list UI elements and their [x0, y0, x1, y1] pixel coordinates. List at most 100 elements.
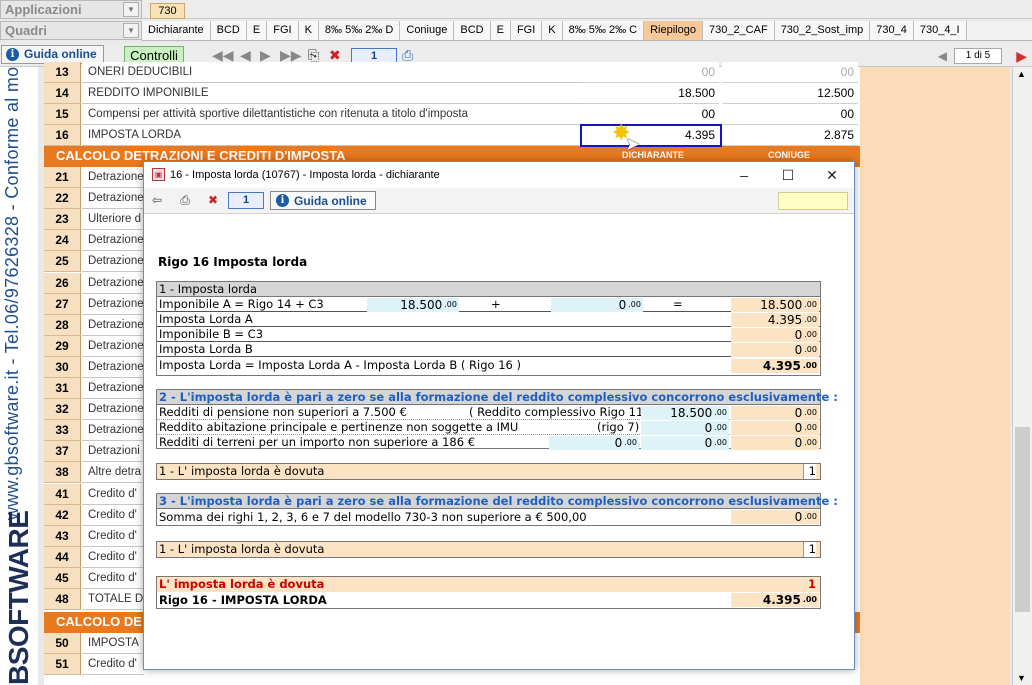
tab-3[interactable]: FGI [267, 21, 299, 40]
row-number: 15 [44, 104, 81, 125]
maximize-icon[interactable]: ☐ [766, 162, 810, 188]
tab-1[interactable]: BCD [210, 21, 247, 40]
prev-form-icon[interactable]: ◀ [938, 49, 947, 63]
row-number: 13 [44, 62, 81, 83]
value-text: 0 [618, 298, 627, 312]
section-2-result-text: 1 - L' imposta lorda è dovuta [159, 464, 325, 478]
dialog-status-field [778, 192, 848, 210]
somma-righi-value: 0.00 [731, 510, 819, 524]
tab-7[interactable]: BCD [454, 21, 491, 40]
equals-sign: = [673, 297, 683, 311]
scroll-up-icon[interactable]: ▲ [1017, 69, 1026, 79]
minimize-icon[interactable]: – [722, 162, 766, 188]
tab-0[interactable]: Dichiarante [142, 21, 211, 40]
imponibile-a-value1[interactable]: 18.500.00 [367, 298, 459, 312]
final-rigo-label: Rigo 16 - IMPOSTA LORDA [159, 593, 327, 607]
goto-page-icon[interactable]: ⎙ [402, 47, 413, 63]
quadri-combo[interactable]: Quadri ▼ [0, 21, 142, 40]
tab-12[interactable]: Riepilogo [644, 21, 703, 40]
exit-icon[interactable]: ⇦ [148, 192, 166, 209]
tab-6[interactable]: Coniuge [400, 21, 455, 40]
info-icon: i [6, 48, 19, 61]
decimals: .00 [714, 438, 727, 447]
coniuge-value[interactable]: 00 [722, 104, 858, 125]
guida-online-label: Guida online [24, 47, 97, 61]
delete-icon[interactable]: ✖ [204, 192, 222, 209]
prev-page-icon[interactable]: ◀ [240, 47, 251, 63]
final-message: L' imposta lorda è dovuta [157, 577, 820, 592]
label-imponibile-a: Imponibile A = Rigo 14 + C3 [159, 297, 324, 311]
row-number: 14 [44, 83, 81, 104]
vertical-contact-text: www.gbsoftware.it - Tel.06/97626328 - Co… [2, 66, 22, 521]
dichiarante-value[interactable]: 18.500 [582, 83, 719, 104]
tab-5[interactable]: 8‰ 5‰ 2‰ D [318, 21, 401, 40]
row-label: Detrazione [82, 335, 144, 357]
tab-8[interactable]: E [490, 21, 511, 40]
imponibile-a-value2[interactable]: 0.00 [551, 298, 643, 312]
tab-730[interactable]: 730 [150, 3, 185, 19]
applicazioni-combo[interactable]: Applicazioni ▼ [0, 0, 142, 19]
next-page-icon[interactable]: ▶ [260, 47, 271, 63]
dialog-titlebar: ▣ 16 - Imposta lorda (10767) - Imposta l… [144, 162, 854, 188]
row-imposta-lorda-totale: Imposta Lorda = Imposta Lorda A - Impost… [157, 358, 820, 373]
scroll-down-icon[interactable]: ▼ [1017, 673, 1026, 683]
section-esenzione-2: 3 - L'imposta lorda è pari a zero se all… [156, 493, 838, 526]
last-page-icon[interactable]: ▶▶ [280, 47, 302, 63]
tab-2[interactable]: E [246, 21, 268, 40]
section-2-title: 2 - L'imposta lorda è pari a zero se all… [157, 390, 838, 405]
scroll-thumb[interactable] [1015, 427, 1030, 612]
delete-page-icon[interactable]: ✖ [329, 47, 341, 63]
imposta-lorda-dialog: ▣ 16 - Imposta lorda (10767) - Imposta l… [143, 161, 855, 670]
row-somma-righi: Somma dei righi 1, 2, 3, 6 e 7 del model… [157, 509, 820, 524]
coniuge-value[interactable]: 00 [722, 62, 858, 83]
row-number: 41 [44, 483, 81, 505]
first-page-icon[interactable]: ◀◀ [212, 47, 234, 63]
decimals: .00 [802, 361, 817, 370]
vertical-scrollbar[interactable]: ▲ ▼ [1012, 67, 1032, 685]
coniuge-value[interactable]: 2.875 [722, 125, 858, 146]
label-somma-righi: Somma dei righi 1, 2, 3, 6 e 7 del model… [159, 510, 587, 524]
gbsoftware-logo: BSOFTWARE [3, 510, 34, 685]
mouse-cursor-icon: ➤ [625, 134, 641, 154]
info-icon: i [276, 194, 289, 207]
label-totale: Imposta Lorda = Imposta Lorda A - Impost… [159, 358, 521, 372]
tab-14[interactable]: 730_2_Sost_imp [774, 21, 871, 40]
close-icon[interactable]: ✕ [810, 162, 854, 188]
decimals: .00 [804, 315, 817, 324]
decimals: .00 [804, 408, 817, 417]
print-icon[interactable]: ⎙ [176, 192, 194, 209]
chevron-down-icon[interactable]: ▼ [123, 23, 139, 38]
dichiarante-value[interactable]: 00 [582, 104, 719, 125]
row-imposta-a: Imposta Lorda A [157, 312, 820, 327]
tab-10[interactable]: K [542, 21, 563, 40]
dialog-guida-button[interactable]: i Guida online [270, 191, 376, 210]
next-form-icon[interactable]: ▶ [1016, 48, 1027, 65]
terreni-value1: 0.00 [549, 436, 639, 450]
row-number: 38 [44, 462, 81, 484]
coniuge-value[interactable]: 12.500 [722, 83, 858, 104]
row-number: 30 [44, 356, 81, 378]
row-label: Ulteriore d [82, 209, 144, 231]
tab-13[interactable]: 730_2_CAF [702, 21, 775, 40]
tab-15[interactable]: 730_4 [870, 21, 914, 40]
row-label: IMPOSTA LORDA [82, 125, 582, 146]
tab-11[interactable]: 8‰ 5‰ 2‰ C [562, 21, 645, 40]
imponibile-b-value: 0.00 [731, 328, 819, 342]
dialog-guida-label: Guida online [294, 193, 367, 208]
imposta-a-value: 4.395.00 [731, 313, 819, 327]
plus-sign: + [491, 297, 501, 311]
decimals: .00 [804, 512, 817, 521]
row-label: Credito d' [82, 546, 144, 568]
quadri-tabs: Dichiarante BCD E FGI K 8‰ 5‰ 2‰ D Coniuge BCD E… [142, 21, 1032, 41]
selected-cell-outline[interactable] [580, 124, 722, 147]
new-page-icon[interactable]: ⎘ [308, 47, 319, 63]
dialog-page-field[interactable]: 1 [228, 192, 264, 209]
tab-9[interactable]: FGI [510, 21, 543, 40]
chevron-down-icon[interactable]: ▼ [123, 2, 139, 17]
dichiarante-value[interactable]: 00 [582, 62, 719, 83]
form-pager: 1 di 5 [954, 48, 1002, 64]
section-esenzione-1: 2 - L'imposta lorda è pari a zero se all… [156, 389, 838, 450]
tab-16[interactable]: 730_4_I [913, 21, 967, 40]
tab-4[interactable]: K [298, 21, 319, 40]
row-label: Detrazione [82, 356, 144, 378]
